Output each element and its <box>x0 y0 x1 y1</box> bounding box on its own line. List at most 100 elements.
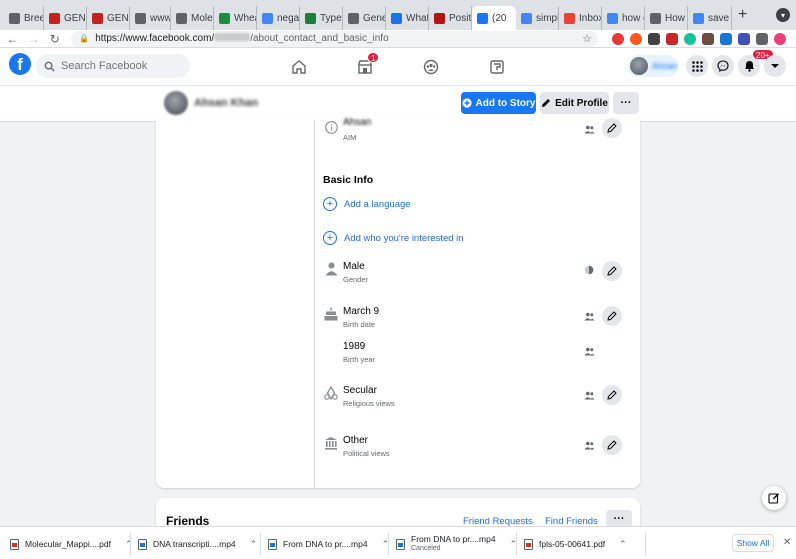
close-icon[interactable]: ✕ <box>783 537 791 548</box>
chrome-profile-avatar[interactable] <box>773 32 786 45</box>
browser-tab[interactable]: Positi <box>429 6 472 30</box>
tab-label: What <box>406 12 429 24</box>
custom-audience-icon[interactable] <box>583 265 595 275</box>
browser-tab[interactable]: www. <box>130 6 171 30</box>
chrome-menu-icon[interactable]: ⋮ <box>792 32 796 45</box>
back-icon[interactable]: ← <box>4 32 21 46</box>
show-all-downloads-button[interactable]: Show All <box>732 534 774 552</box>
download-filename: DNA transcripti....mp4 <box>153 539 236 549</box>
browser-tab[interactable]: (20✕ <box>472 6 516 30</box>
add-interested-in-link[interactable]: + Add who you're interested in <box>323 231 464 245</box>
puzzle-extensions-icon[interactable] <box>755 32 768 45</box>
browser-tab[interactable]: What <box>386 6 429 30</box>
browser-tab[interactable]: Gene <box>343 6 386 30</box>
tab-label: Inbox <box>579 12 602 24</box>
edit-religion-pencil-icon[interactable] <box>602 385 622 405</box>
browser-tab[interactable]: Whea <box>214 6 257 30</box>
url-input[interactable]: 🔒 https://www.facebook.com/ /about_contac… <box>71 30 598 47</box>
about-divider <box>314 120 315 488</box>
info-circle-icon <box>323 119 339 135</box>
groups-nav-icon[interactable] <box>420 56 442 78</box>
friends-audience-icon[interactable] <box>583 440 595 450</box>
chevron-up-icon[interactable]: ⌃ <box>250 539 258 550</box>
browser-tab[interactable]: save v <box>688 6 732 30</box>
browser-tab[interactable]: negati <box>257 6 300 30</box>
new-message-icon[interactable] <box>762 486 786 510</box>
extension-icon-6[interactable] <box>701 32 714 45</box>
edit-gender-pencil-icon[interactable] <box>602 261 622 281</box>
adblock-extension-icon[interactable] <box>611 32 624 45</box>
extension-icon-8[interactable] <box>737 32 750 45</box>
download-item[interactable]: DNA transcripti....mp4 ⌃ <box>138 533 257 555</box>
account-chevron-down-icon[interactable] <box>764 55 786 77</box>
avatar[interactable] <box>164 91 188 115</box>
chevron-up-icon[interactable]: ⌃ <box>619 539 627 550</box>
profile-name[interactable]: Ahsan Khan <box>194 97 258 109</box>
browser-tab[interactable]: how c <box>602 6 645 30</box>
tab-label: (20 <box>492 12 507 24</box>
grammarly-extension-icon[interactable] <box>683 32 696 45</box>
facebook-logo-icon[interactable]: f <box>9 53 31 75</box>
facebook-search[interactable] <box>36 54 190 78</box>
tab-favicon-icon <box>521 12 532 24</box>
reload-icon[interactable]: ↻ <box>46 32 63 46</box>
messenger-icon[interactable] <box>712 55 734 77</box>
shield-extension-icon[interactable] <box>629 32 642 45</box>
religion-icon <box>323 385 339 401</box>
tab-label: negati <box>277 12 300 24</box>
plus-circle-icon <box>461 98 472 108</box>
tab-label: www. <box>150 12 171 24</box>
profile-chip-name: Ahsan <box>652 61 678 71</box>
download-item[interactable]: From DNA to pr....mp4 ⌃ <box>268 533 389 555</box>
bookmark-star-icon[interactable]: ☆ <box>582 32 592 45</box>
browser-tab[interactable]: Types <box>300 6 343 30</box>
edit-aim-pencil-icon[interactable] <box>602 118 622 138</box>
add-language-link[interactable]: + Add a language <box>323 197 411 211</box>
download-filename: From DNA to pr....mp4 <box>411 534 496 544</box>
tab-search-icon[interactable]: ▾ <box>776 8 790 22</box>
friends-audience-icon[interactable] <box>583 390 595 400</box>
browser-tab[interactable]: simple <box>516 6 559 30</box>
browser-tab[interactable]: GENE <box>44 6 87 30</box>
menu-grid-icon[interactable] <box>686 55 708 77</box>
friends-audience-icon[interactable] <box>583 124 595 134</box>
edit-profile-label: Edit Profile <box>555 97 608 109</box>
tab-favicon-icon <box>391 12 402 24</box>
download-item[interactable]: Molecular_Mappi....pdf ⌃ <box>10 533 133 555</box>
download-separator <box>516 533 517 555</box>
mendeley-extension-icon[interactable] <box>665 32 678 45</box>
chevron-up-icon[interactable]: ⌃ <box>125 539 133 550</box>
download-filename: From DNA to pr....mp4 <box>283 539 368 549</box>
friends-audience-icon[interactable] <box>583 311 595 321</box>
browser-tab[interactable]: Molec <box>171 6 214 30</box>
video-file-icon <box>138 538 147 550</box>
notifications-bell-icon[interactable]: 20+ <box>738 49 774 77</box>
video-file-icon <box>268 538 277 550</box>
edit-profile-button[interactable]: Edit Profile <box>540 92 609 114</box>
gaming-nav-icon[interactable] <box>486 56 508 78</box>
new-tab-button[interactable]: + <box>738 6 747 24</box>
marketplace-nav-icon[interactable]: 1 <box>354 52 380 78</box>
browser-tab[interactable]: How T <box>645 6 688 30</box>
forward-icon[interactable]: → <box>25 32 42 46</box>
browser-tab-strip: Breed GENE GENE www. Molec Whea negati Types Gen… <box>0 0 796 30</box>
edit-birthday-pencil-icon[interactable] <box>602 306 622 326</box>
browser-tab[interactable]: GENE <box>87 6 130 30</box>
friends-audience-icon[interactable] <box>583 346 595 356</box>
browser-tab[interactable]: Inbox <box>559 6 602 30</box>
browser-tab[interactable]: Breed <box>4 6 44 30</box>
profile-chip[interactable]: Ahsan <box>628 55 678 77</box>
add-to-story-button[interactable]: Add to Story <box>461 92 536 114</box>
download-item[interactable]: From DNA to pr....mp4 Canceled ⌃ <box>396 533 517 555</box>
home-nav-icon[interactable] <box>288 56 310 78</box>
download-filename: fpls-05-00641.pdf <box>539 539 606 549</box>
search-input[interactable] <box>61 60 181 72</box>
extension-icon-3[interactable] <box>647 32 660 45</box>
download-item[interactable]: fpls-05-00641.pdf ⌃ <box>524 533 627 555</box>
tab-favicon-icon <box>434 12 445 24</box>
edit-political-pencil-icon[interactable] <box>602 435 622 455</box>
extension-icon-7[interactable] <box>719 32 732 45</box>
tab-favicon-icon <box>564 12 575 24</box>
download-separator <box>645 533 646 555</box>
profile-more-button[interactable]: ··· <box>613 92 639 114</box>
